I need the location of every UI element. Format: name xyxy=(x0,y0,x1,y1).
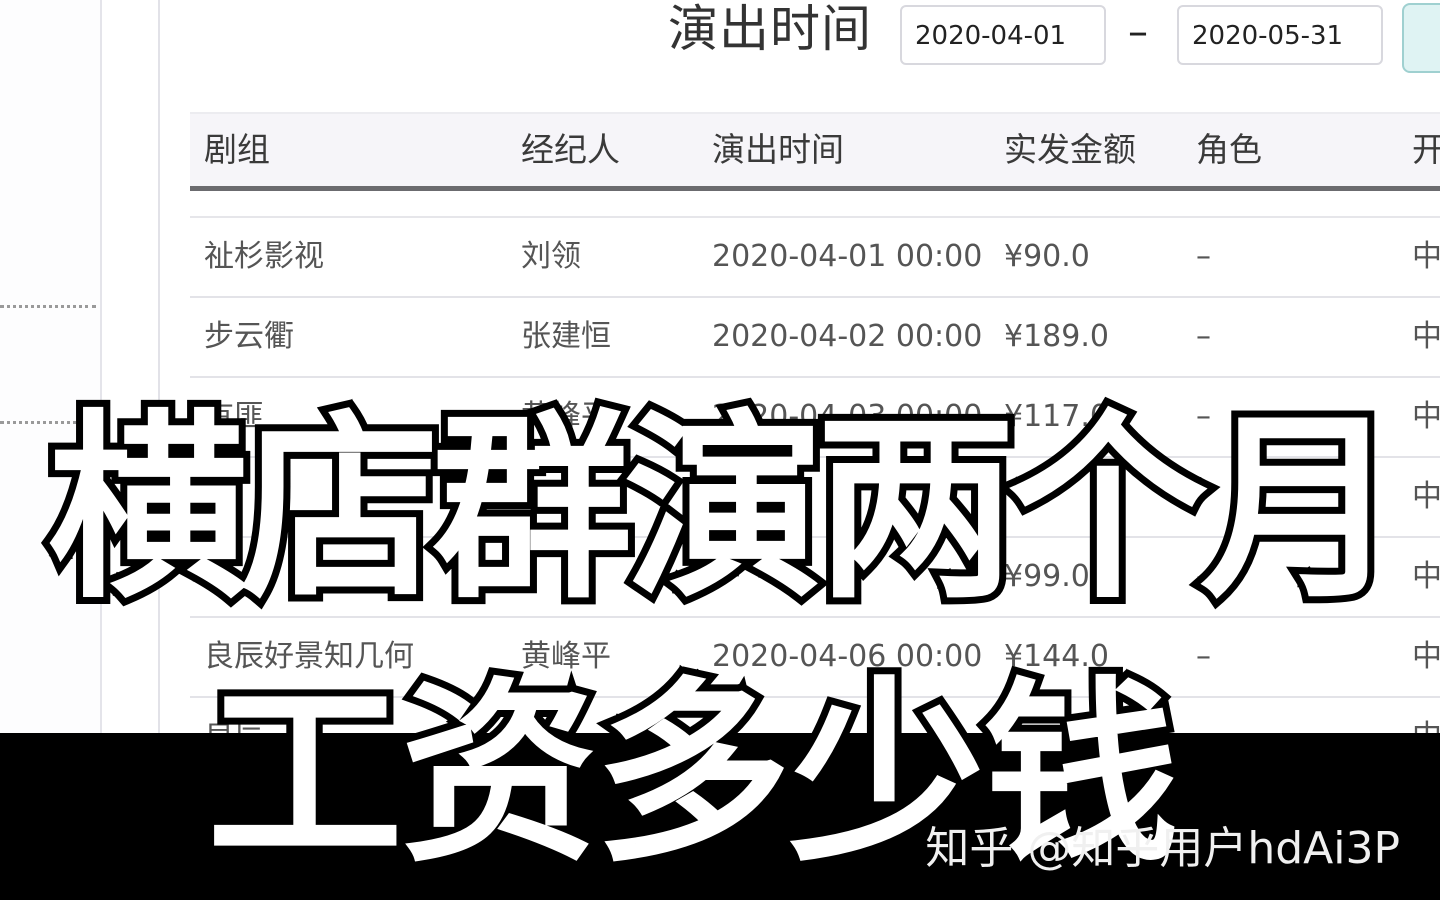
column-header-crew[interactable]: 剧组 xyxy=(204,114,270,186)
column-header-performance-time[interactable]: 演出时间 xyxy=(712,114,844,186)
crew-cell: 步云衢 xyxy=(204,319,294,354)
table-row[interactable]: 祉杉影视 刘领 2020-04-01 00:00 ¥90.0 – 中 xyxy=(190,218,1440,298)
agent-cell: 刘领 xyxy=(521,239,581,274)
status-cell: 中 xyxy=(1412,319,1440,354)
column-header-agent[interactable]: 经纪人 xyxy=(521,114,620,186)
time-cell: 2020-04-02 00:00 xyxy=(712,319,983,354)
sidebar-divider xyxy=(0,305,96,308)
agent-cell: 张建恒 xyxy=(521,319,611,354)
performance-time-label: 演出时间 xyxy=(668,0,872,58)
table-header: 剧组 经纪人 演出时间 实发金额 角色 开 xyxy=(190,112,1440,191)
column-header-more[interactable]: 开 xyxy=(1412,114,1440,186)
watermark: 知乎 @知乎用户hdAi3P xyxy=(925,823,1400,874)
table-row[interactable]: 步云衢 张建恒 2020-04-02 00:00 ¥189.0 – 中 xyxy=(190,298,1440,378)
end-date-input[interactable]: 2020-05-31 xyxy=(1177,5,1383,65)
amount-cell: ¥189.0 xyxy=(1004,319,1109,354)
role-cell: – xyxy=(1196,319,1211,354)
headline-line-1: 横店群演两个月 xyxy=(41,386,1407,633)
column-header-role[interactable]: 角色 xyxy=(1196,114,1262,186)
amount-cell: ¥90.0 xyxy=(1004,239,1090,274)
column-header-amount[interactable]: 实发金额 xyxy=(1004,114,1136,186)
query-button[interactable] xyxy=(1402,3,1440,73)
crew-cell: 祉杉影视 xyxy=(204,239,324,274)
start-date-input[interactable]: 2020-04-01 xyxy=(900,5,1106,65)
status-cell: 中 xyxy=(1412,239,1440,274)
role-cell: – xyxy=(1196,239,1211,274)
date-range-separator: – xyxy=(1128,9,1148,55)
table-spacer xyxy=(190,191,1440,218)
time-cell: 2020-04-01 00:00 xyxy=(712,239,983,274)
